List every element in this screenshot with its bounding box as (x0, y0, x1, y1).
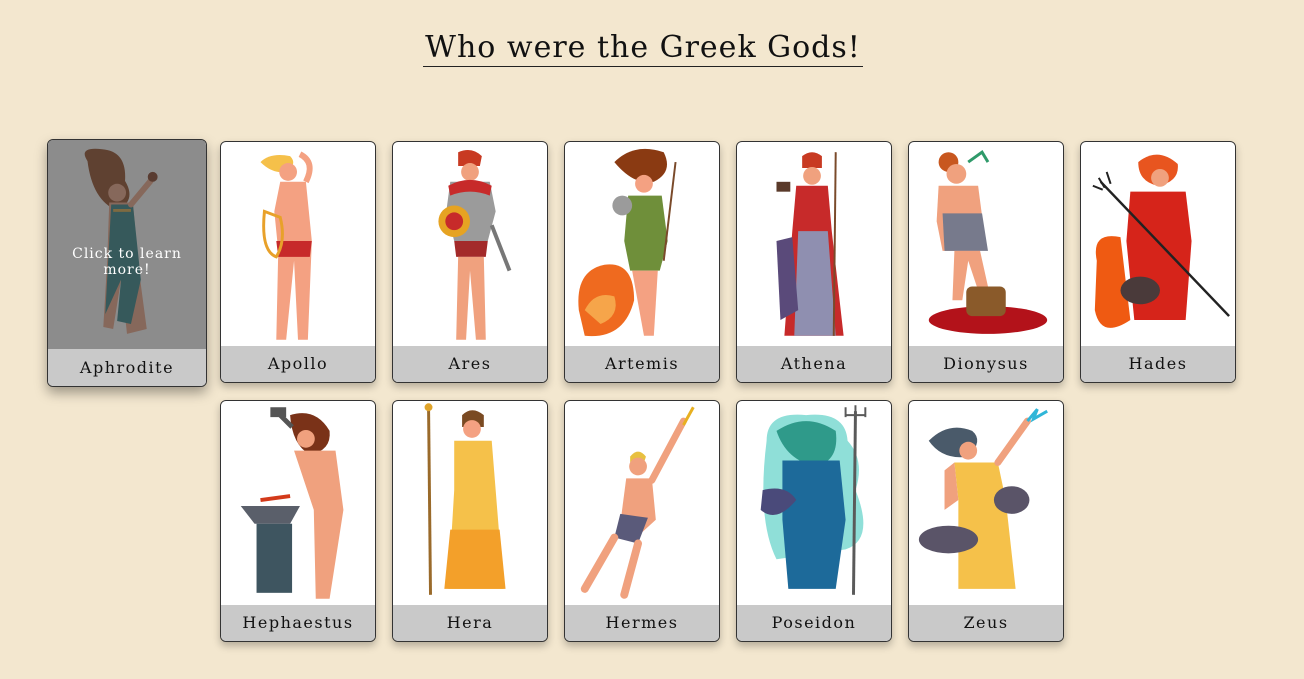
god-name: Aphrodite (48, 349, 206, 386)
dionysus-illustration (909, 142, 1063, 346)
hermes-illustration (565, 401, 719, 605)
hades-illustration (1081, 142, 1235, 346)
ares-illustration (393, 142, 547, 346)
god-name: Zeus (909, 605, 1063, 641)
god-card-hades[interactable]: Hades (1080, 141, 1236, 383)
god-card-hephaestus[interactable]: Hephaestus (220, 400, 376, 642)
god-card-athena[interactable]: Athena (736, 141, 892, 383)
god-card-artemis[interactable]: Artemis (564, 141, 720, 383)
page-title-text: Who were the Greek Gods! (423, 30, 863, 67)
aphrodite-illustration: Click to learn more! (48, 140, 206, 350)
god-card-apollo[interactable]: Apollo (220, 141, 376, 383)
god-card-poseidon[interactable]: Poseidon (736, 400, 892, 642)
god-name: Athena (737, 346, 891, 382)
god-name: Artemis (565, 346, 719, 382)
god-card-ares[interactable]: Ares (392, 141, 548, 383)
god-name: Poseidon (737, 605, 891, 641)
god-card-aphrodite[interactable]: Click to learn more! Aphrodite (47, 139, 207, 387)
god-name: Apollo (221, 346, 375, 382)
hephaestus-illustration (221, 401, 375, 605)
god-card-hermes[interactable]: Hermes (564, 400, 720, 642)
artemis-illustration (565, 142, 719, 346)
god-name: Hermes (565, 605, 719, 641)
hera-illustration (393, 401, 547, 605)
god-card-hera[interactable]: Hera (392, 400, 548, 642)
god-name: Hephaestus (221, 605, 375, 641)
god-name: Hades (1081, 346, 1235, 382)
god-name: Dionysus (909, 346, 1063, 382)
god-name: Hera (393, 605, 547, 641)
page-title: Who were the Greek Gods! (0, 30, 1286, 67)
zeus-illustration (909, 401, 1063, 605)
apollo-illustration (221, 142, 375, 346)
hover-prompt: Click to learn more! (72, 246, 182, 278)
god-name: Ares (393, 346, 547, 382)
hover-overlay (48, 140, 206, 350)
poseidon-illustration (737, 401, 891, 605)
god-card-dionysus[interactable]: Dionysus (908, 141, 1064, 383)
god-card-zeus[interactable]: Zeus (908, 400, 1064, 642)
athena-illustration (737, 142, 891, 346)
